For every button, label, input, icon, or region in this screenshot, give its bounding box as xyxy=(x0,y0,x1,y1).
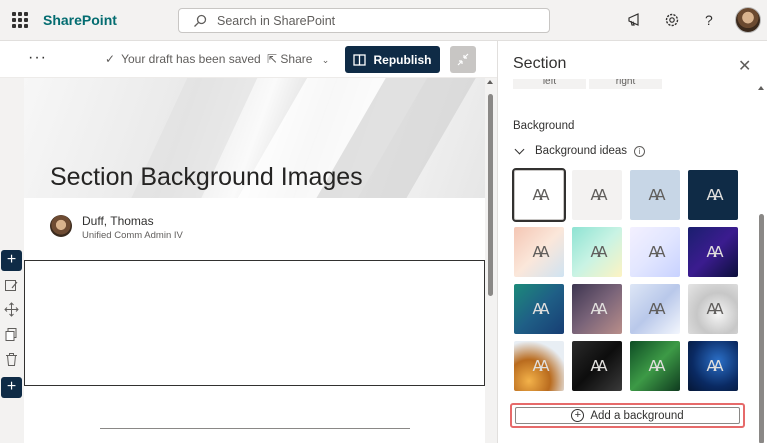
command-bar: ··· ✓ Your draft has been saved ⇱ Share ⌄… xyxy=(0,41,497,78)
duplicate-section-icon[interactable] xyxy=(4,327,19,342)
divider xyxy=(100,428,410,429)
search-input[interactable]: Search in SharePoint xyxy=(178,8,550,33)
app-brand[interactable]: SharePoint xyxy=(43,12,117,28)
chevron-down-icon: ⌄ xyxy=(321,55,330,65)
background-tile-gray-blur[interactable]: AA xyxy=(688,284,738,334)
canvas-scrollbar[interactable] xyxy=(486,80,494,440)
background-tile-black-texture[interactable]: AA xyxy=(572,341,622,391)
background-tile-silk-blue[interactable]: AA xyxy=(630,284,680,334)
gear-icon[interactable] xyxy=(663,11,681,29)
background-tile-green-wave[interactable]: AA xyxy=(630,341,680,391)
move-section-icon[interactable] xyxy=(4,302,19,317)
add-background-label: Add a background xyxy=(590,409,684,422)
background-tile-gold-bokeh[interactable]: AA xyxy=(514,341,564,391)
text-sample-icon: AA xyxy=(590,300,608,318)
background-tile-navy[interactable]: AA xyxy=(688,170,738,220)
share-button[interactable]: ⇱ Share ⌄ xyxy=(267,52,329,66)
background-ideas-label: Background ideas xyxy=(535,145,628,157)
align-right-button[interactable]: right xyxy=(589,79,662,89)
text-sample-icon: AA xyxy=(648,357,666,375)
author-role: Unified Comm Admin IV xyxy=(82,230,183,241)
text-sample-icon: AA xyxy=(648,243,666,261)
plus-circle-icon: + xyxy=(571,409,585,422)
canvas-scrollbar-thumb[interactable] xyxy=(488,94,493,296)
author-name[interactable]: Duff, Thomas xyxy=(82,214,154,228)
checkmark-icon: ✓ xyxy=(105,52,116,66)
panel-scrollbar-thumb[interactable] xyxy=(759,214,764,443)
text-sample-icon: AA xyxy=(532,186,550,204)
panel-title: Section xyxy=(513,55,567,72)
share-icon: ⇱ xyxy=(267,52,278,66)
text-sample-icon: AA xyxy=(590,243,608,261)
background-tile-lavender-gradient[interactable]: AA xyxy=(630,227,680,277)
search-icon xyxy=(194,14,207,27)
add-section-top-button[interactable]: + xyxy=(1,250,22,271)
add-background-button[interactable]: + Add a background xyxy=(515,407,740,424)
edit-section-icon[interactable] xyxy=(4,278,19,293)
background-tile-mint-gradient[interactable]: AA xyxy=(572,227,622,277)
page-canvas: Section Background Images Duff, Thomas U… xyxy=(24,78,485,443)
background-tile-teal-gradient[interactable]: AA xyxy=(514,284,564,334)
collapse-arrows-icon xyxy=(457,53,469,66)
text-sample-icon: AA xyxy=(532,243,550,261)
search-placeholder: Search in SharePoint xyxy=(217,14,336,28)
text-sample-icon: AA xyxy=(706,300,724,318)
add-section-bottom-button[interactable]: + xyxy=(1,377,22,398)
panel-scrollbar[interactable] xyxy=(757,86,765,443)
chevron-down-icon xyxy=(514,144,525,154)
more-options-button[interactable]: ··· xyxy=(28,49,47,67)
text-sample-icon: AA xyxy=(706,243,724,261)
text-sample-icon: AA xyxy=(648,300,666,318)
scroll-up-arrow-icon[interactable] xyxy=(487,80,493,84)
background-tile-blue-network[interactable]: AA xyxy=(688,341,738,391)
background-tile-white[interactable]: AA xyxy=(512,168,566,222)
collapse-button[interactable] xyxy=(450,46,476,73)
page-title[interactable]: Section Background Images xyxy=(50,163,363,192)
help-icon[interactable]: ? xyxy=(700,11,718,29)
draft-status-text: Your draft has been saved xyxy=(121,52,261,66)
text-sample-icon: AA xyxy=(706,357,724,375)
text-sample-icon: AA xyxy=(590,186,608,204)
share-label: Share xyxy=(280,52,313,66)
selected-section[interactable] xyxy=(24,260,485,386)
republish-label: Republish xyxy=(373,52,432,67)
background-tile-light-blue[interactable]: AA xyxy=(630,170,680,220)
app-launcher-icon[interactable] xyxy=(12,12,28,28)
text-sample-icon: AA xyxy=(648,186,666,204)
background-tile-light-gray[interactable]: AA xyxy=(572,170,622,220)
background-tile-mauve-gradient[interactable]: AA xyxy=(572,284,622,334)
book-icon xyxy=(353,53,367,66)
draft-status: ✓ Your draft has been saved xyxy=(105,52,261,66)
text-sample-icon: AA xyxy=(706,186,724,204)
user-avatar[interactable] xyxy=(735,7,761,33)
background-tile-peach-gradient[interactable]: AA xyxy=(514,227,564,277)
panel-scroll-up-arrow-icon[interactable] xyxy=(758,86,764,90)
background-ideas-toggle[interactable]: Background ideas i xyxy=(513,144,646,157)
megaphone-icon[interactable] xyxy=(626,11,644,29)
text-sample-icon: AA xyxy=(590,357,608,375)
background-tile-purple-night[interactable]: AA xyxy=(688,227,738,277)
svg-text:?: ? xyxy=(705,12,713,28)
add-background-highlight: + Add a background xyxy=(510,403,745,428)
close-icon[interactable]: ✕ xyxy=(738,56,751,76)
author-avatar xyxy=(50,215,72,237)
text-sample-icon: AA xyxy=(532,300,550,318)
background-heading: Background xyxy=(513,120,575,132)
info-icon[interactable]: i xyxy=(634,145,646,157)
text-sample-icon: AA xyxy=(532,357,550,375)
republish-button[interactable]: Republish xyxy=(345,46,440,73)
suite-bar: SharePoint Search in SharePoint ? xyxy=(0,0,767,41)
delete-section-icon[interactable] xyxy=(4,352,19,367)
align-left-button[interactable]: left xyxy=(513,79,586,89)
section-panel: Section ✕ left right Background Backgrou… xyxy=(497,41,767,443)
